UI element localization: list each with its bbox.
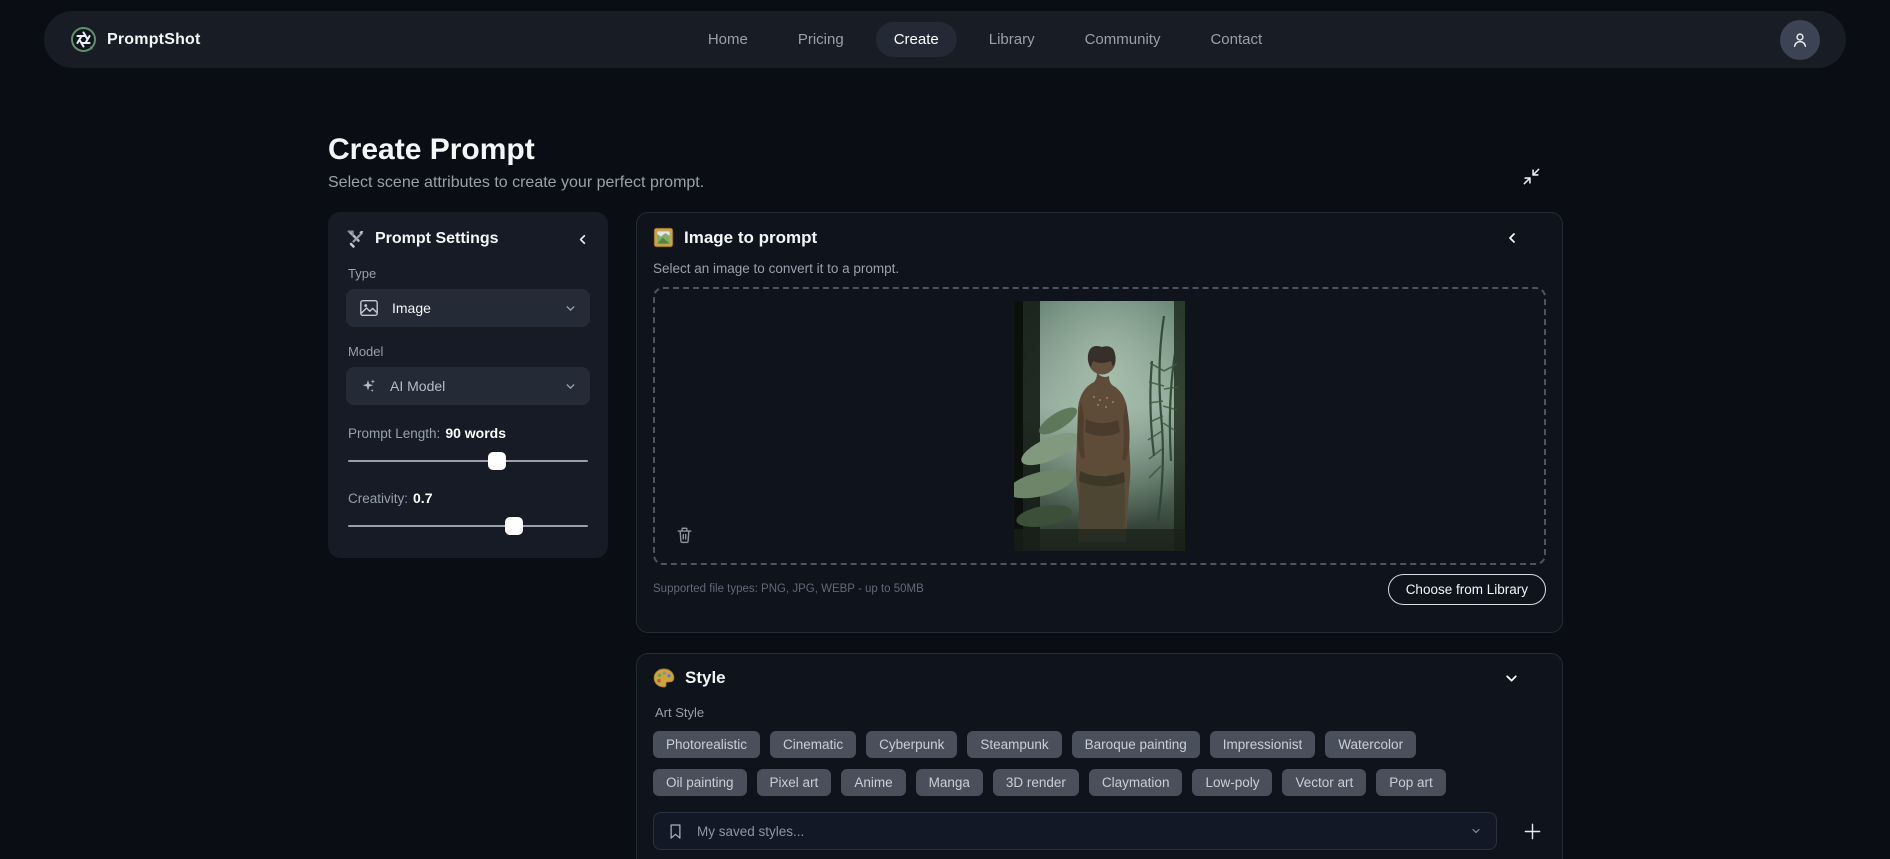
card-subtitle: Select an image to convert it to a promp… [653,261,1546,276]
nav-item[interactable]: Home [690,22,766,57]
chevron-down-icon [564,380,577,393]
brand[interactable]: PromptShot [70,26,201,53]
chevron-down-icon[interactable] [1503,670,1546,687]
trash-icon[interactable] [675,525,694,545]
card-title: Style [685,668,726,688]
navbar: PromptShot Home Pricing Create Library Commu… [44,11,1846,68]
bookmark-icon [668,823,683,840]
style-chip[interactable]: Cinematic [770,731,856,758]
page-subtitle: Select scene attributes to create your p… [328,174,1563,192]
style-chip[interactable]: Claymation [1089,769,1183,796]
card-title: Image to prompt [684,228,817,248]
saved-styles-placeholder: My saved styles... [697,824,804,839]
style-chip[interactable]: Baroque painting [1072,731,1200,758]
slider-thumb[interactable] [505,517,523,535]
art-style-chips-row-1: Photorealistic Cinematic Cyberpunk Steampun… [653,731,1546,758]
style-chip[interactable]: Cyberpunk [866,731,957,758]
chevron-down-icon [564,302,577,315]
style-chip[interactable]: Steampunk [967,731,1061,758]
type-value: Image [392,300,431,316]
creativity-value: 0.7 [413,490,432,506]
palette-icon [653,668,675,688]
nav-item[interactable]: Pricing [780,22,862,57]
slider-thumb[interactable] [488,452,506,470]
style-chip[interactable]: Impressionist [1210,731,1316,758]
creativity-label: Creativity:0.7 [348,490,588,506]
style-chip[interactable]: Manga [916,769,983,796]
style-chip[interactable]: Photorealistic [653,731,760,758]
type-select[interactable]: Image [346,289,590,327]
minimize-icon[interactable] [1522,167,1541,186]
style-chip[interactable]: Pixel art [757,769,832,796]
style-chip[interactable]: Oil painting [653,769,747,796]
image-icon [359,299,379,317]
jungle-portrait-photo [1014,301,1185,551]
user-icon [1790,30,1810,50]
plus-icon[interactable] [1519,818,1546,845]
style-chip[interactable]: Pop art [1376,769,1446,796]
nav-item[interactable]: Community [1067,22,1179,57]
main-content: Create Prompt Select scene attributes to… [328,133,1563,859]
prompt-settings-panel: Prompt Settings Type Image [328,212,608,558]
page-title: Create Prompt [328,133,1563,167]
nav-item[interactable]: Library [971,22,1053,57]
style-chip[interactable]: Anime [841,769,905,796]
nav-item[interactable]: Create [876,22,957,57]
chevron-left-icon[interactable] [575,232,590,247]
prompt-length-slider[interactable] [348,452,588,470]
brand-name: PromptShot [107,31,201,49]
style-card: Style Art Style Photorealistic Cinematic C… [636,653,1563,859]
slider-track [348,525,588,527]
chevron-left-icon[interactable] [1504,230,1546,246]
nav-item[interactable]: Contact [1192,22,1280,57]
sparkles-icon [359,377,377,395]
tools-icon [346,229,366,249]
avatar-button[interactable] [1780,20,1820,60]
model-label: Model [348,344,588,359]
aperture-logo-icon [70,26,97,53]
image-dropzone[interactable] [653,287,1546,565]
chevron-down-icon [1470,825,1482,837]
style-chip[interactable]: Low-poly [1192,769,1272,796]
art-style-chips-row-2: Oil painting Pixel art Anime Manga 3D render… [653,769,1546,796]
saved-styles-select[interactable]: My saved styles... [653,812,1497,850]
slider-track [348,460,588,462]
prompt-length-value: 90 words [445,425,506,441]
model-select[interactable]: AI Model [346,367,590,405]
style-chip[interactable]: 3D render [993,769,1079,796]
type-label: Type [348,266,588,281]
image-to-prompt-card: Image to prompt Select an image to conve… [636,212,1563,633]
nav-links: Home Pricing Create Library Community Contact [690,22,1280,57]
file-types-note: Supported file types: PNG, JPG, WEBP - u… [653,583,924,595]
panel-title: Prompt Settings [375,230,499,248]
choose-from-library-button[interactable]: Choose from Library [1388,574,1546,605]
style-chip[interactable]: Watercolor [1325,731,1416,758]
framed-picture-icon [653,227,674,248]
prompt-length-label: Prompt Length:90 words [348,425,588,441]
style-chip[interactable]: Vector art [1282,769,1366,796]
creativity-slider[interactable] [348,517,588,535]
art-style-label: Art Style [655,705,1544,720]
model-value: AI Model [390,378,445,394]
